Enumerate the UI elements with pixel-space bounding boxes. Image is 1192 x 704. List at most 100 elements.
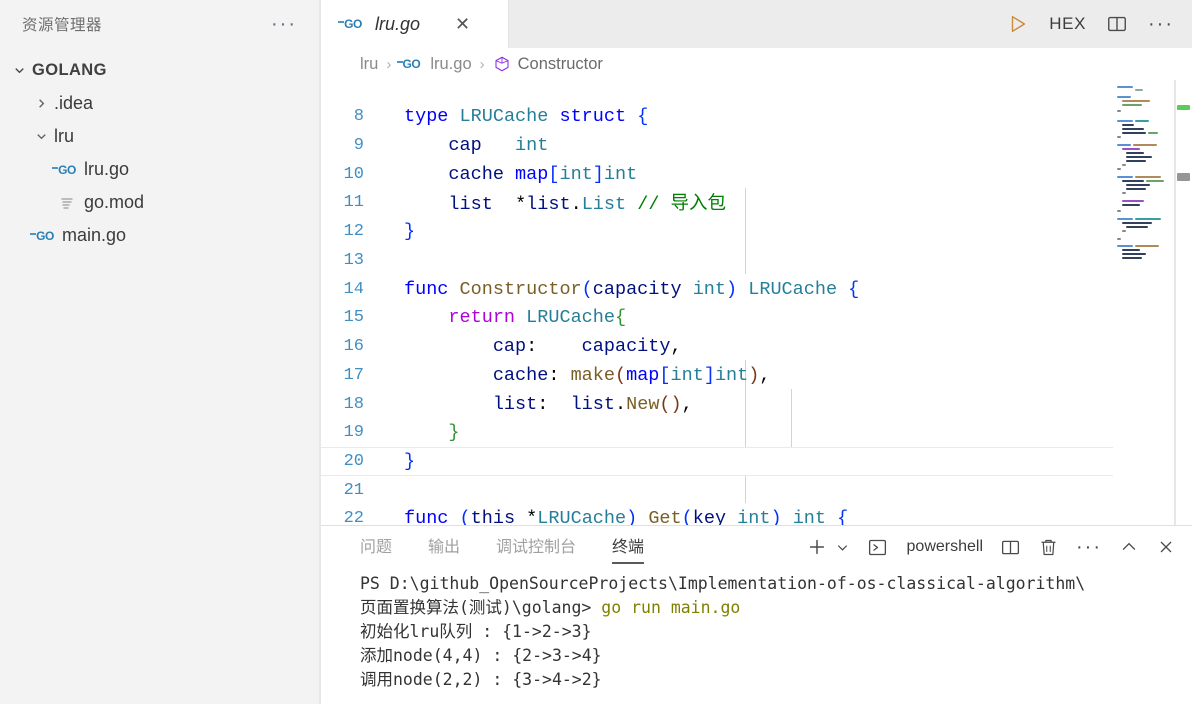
terminal-line: 页面置换算法(测试)\golang> go run main.go xyxy=(360,596,1192,620)
tab-lru-go[interactable]: GO lru.go ✕ xyxy=(320,0,509,48)
code-line: 13 xyxy=(320,246,1192,275)
code-editor[interactable]: 8 type LRUCache struct { 9 cap int 10 ca… xyxy=(320,80,1192,525)
minimap-line xyxy=(1135,176,1161,178)
code-line: 16 cap: capacity, xyxy=(320,332,1192,361)
code-surface: 8 type LRUCache struct { 9 cap int 10 ca… xyxy=(320,80,1192,525)
chevron-down-icon[interactable] xyxy=(0,129,52,144)
code-text: cache map[int]int xyxy=(448,163,638,185)
code-text: } xyxy=(404,450,416,472)
minimap-line xyxy=(1122,128,1144,130)
code-line-current: 20 } xyxy=(320,447,1192,476)
close-icon[interactable] xyxy=(1156,537,1176,557)
tab-terminal[interactable]: 终端 xyxy=(612,533,645,564)
terminal-text: 页面置换算法(测试)\golang> xyxy=(360,598,602,617)
minimap-line xyxy=(1117,96,1131,98)
minimap-line xyxy=(1126,226,1148,228)
explorer-title: 资源管理器 xyxy=(22,17,103,34)
minimap-line xyxy=(1117,245,1133,247)
line-number: 19 xyxy=(343,422,364,442)
chevron-down-icon[interactable] xyxy=(0,63,30,78)
tree-item-idea[interactable]: .idea xyxy=(0,87,319,120)
minimap-line xyxy=(1126,160,1146,162)
minimap-line xyxy=(1122,148,1140,150)
minimap-line xyxy=(1122,257,1142,259)
code-line: 18 list: list.New(), xyxy=(320,390,1192,419)
terminal-line: 初始化lru队列 : {1->2->3} xyxy=(360,620,1192,644)
minimap[interactable] xyxy=(1113,80,1175,525)
sidebar-editor-sash[interactable] xyxy=(320,0,321,704)
tree-item-label: lru xyxy=(54,126,75,146)
terminal-text: 调用node(2,2) : {3->4->2} xyxy=(360,670,602,689)
breadcrumb-item-lru[interactable]: lru xyxy=(360,55,378,74)
minimap-line xyxy=(1117,238,1121,240)
breadcrumb-item-lru-go[interactable]: GO lru.go xyxy=(396,54,472,74)
minimap-line xyxy=(1117,86,1133,88)
editor-area: GO lru.go ✕ HEX ··· lru › GO lru.go › Co… xyxy=(320,0,1192,704)
breadcrumb-label: Constructor xyxy=(517,54,603,73)
tab-debug-console[interactable]: 调试控制台 xyxy=(496,533,576,562)
tree-item-go-mod[interactable]: go.mod xyxy=(0,186,319,219)
code-text: list: list.New(), xyxy=(492,393,693,415)
line-number: 8 xyxy=(353,106,364,126)
plus-icon[interactable] xyxy=(806,536,828,558)
terminal-icon[interactable] xyxy=(867,537,888,558)
tab-close-icon[interactable]: ✕ xyxy=(455,15,470,33)
explorer-header: 资源管理器 ··· xyxy=(0,0,319,48)
minimap-line xyxy=(1133,144,1157,146)
minimap-line xyxy=(1126,152,1144,154)
tree-item-lru-go[interactable]: GO lru.go xyxy=(0,153,319,186)
breadcrumb-label: lru.go xyxy=(430,54,472,73)
code-line: 17 cache: make(map[int]int), xyxy=(320,361,1192,390)
minimap-line xyxy=(1117,144,1131,146)
editor-more-icon[interactable]: ··· xyxy=(1148,14,1174,34)
breadcrumb-separator: › xyxy=(386,55,392,73)
editor-tab-bar: GO lru.go ✕ HEX ··· xyxy=(320,0,1192,48)
code-line: 8 type LRUCache struct { xyxy=(320,102,1192,131)
code-text: } xyxy=(448,421,460,443)
chevron-down-icon[interactable] xyxy=(835,540,850,555)
tree-item-main-go[interactable]: GO main.go xyxy=(0,219,319,252)
explorer-more-icon[interactable]: ··· xyxy=(271,14,297,34)
tab-output[interactable]: 输出 xyxy=(428,533,460,562)
terminal-output[interactable]: PS D:\github_OpenSourceProjects\Implemen… xyxy=(320,568,1192,704)
go-file-icon: GO xyxy=(30,228,54,243)
chevron-right-icon[interactable] xyxy=(0,96,52,111)
tab-problems[interactable]: 问题 xyxy=(360,533,392,562)
panel-more-icon[interactable]: ··· xyxy=(1076,537,1102,557)
split-terminal-icon[interactable] xyxy=(1000,537,1021,558)
breadcrumb-separator: › xyxy=(479,55,485,73)
breadcrumb-item-constructor[interactable]: Constructor xyxy=(493,55,603,74)
code-line: 9 cap int xyxy=(320,131,1192,160)
hex-button[interactable]: HEX xyxy=(1049,14,1086,34)
go-file-icon: GO xyxy=(396,57,421,71)
minimap-line xyxy=(1122,124,1134,126)
line-number: 22 xyxy=(343,508,364,525)
vscode-window: 资源管理器 ··· GOLANG .idea lru GO lru.go go.… xyxy=(0,0,1192,704)
minimap-line xyxy=(1122,192,1126,194)
tree-item-lru[interactable]: lru xyxy=(0,120,319,153)
trash-icon[interactable] xyxy=(1038,537,1059,558)
tree-item-golang[interactable]: GOLANG xyxy=(0,54,319,87)
code-text: type LRUCache struct { xyxy=(404,105,649,127)
bottom-panel: 问题 输出 调试控制台 终端 powershell ··· PS D:\gith… xyxy=(320,525,1192,704)
code-line: 10 cache map[int]int xyxy=(320,160,1192,189)
line-number: 17 xyxy=(343,365,364,385)
minimap-line xyxy=(1135,89,1143,91)
scrollbar-cursor-marker xyxy=(1177,173,1190,181)
run-icon[interactable] xyxy=(1007,13,1029,35)
code-text: } xyxy=(404,220,416,242)
split-editor-icon[interactable] xyxy=(1106,13,1128,35)
chevron-up-icon[interactable] xyxy=(1119,537,1139,557)
line-number: 20 xyxy=(343,451,364,471)
code-text: return LRUCache{ xyxy=(448,306,627,328)
terminal-line: 添加node(4,4) : {2->3->4} xyxy=(360,644,1192,668)
line-number: 18 xyxy=(343,394,364,414)
line-number: 10 xyxy=(343,164,364,184)
code-text: cap: capacity, xyxy=(492,335,682,357)
minimap-line xyxy=(1117,110,1121,112)
minimap-line xyxy=(1122,230,1126,232)
terminal-shell-name[interactable]: powershell xyxy=(907,538,983,556)
tab-bar-empty-space xyxy=(509,0,1007,48)
tree-item-label: GOLANG xyxy=(32,61,107,79)
editor-vertical-scrollbar[interactable] xyxy=(1175,80,1192,525)
